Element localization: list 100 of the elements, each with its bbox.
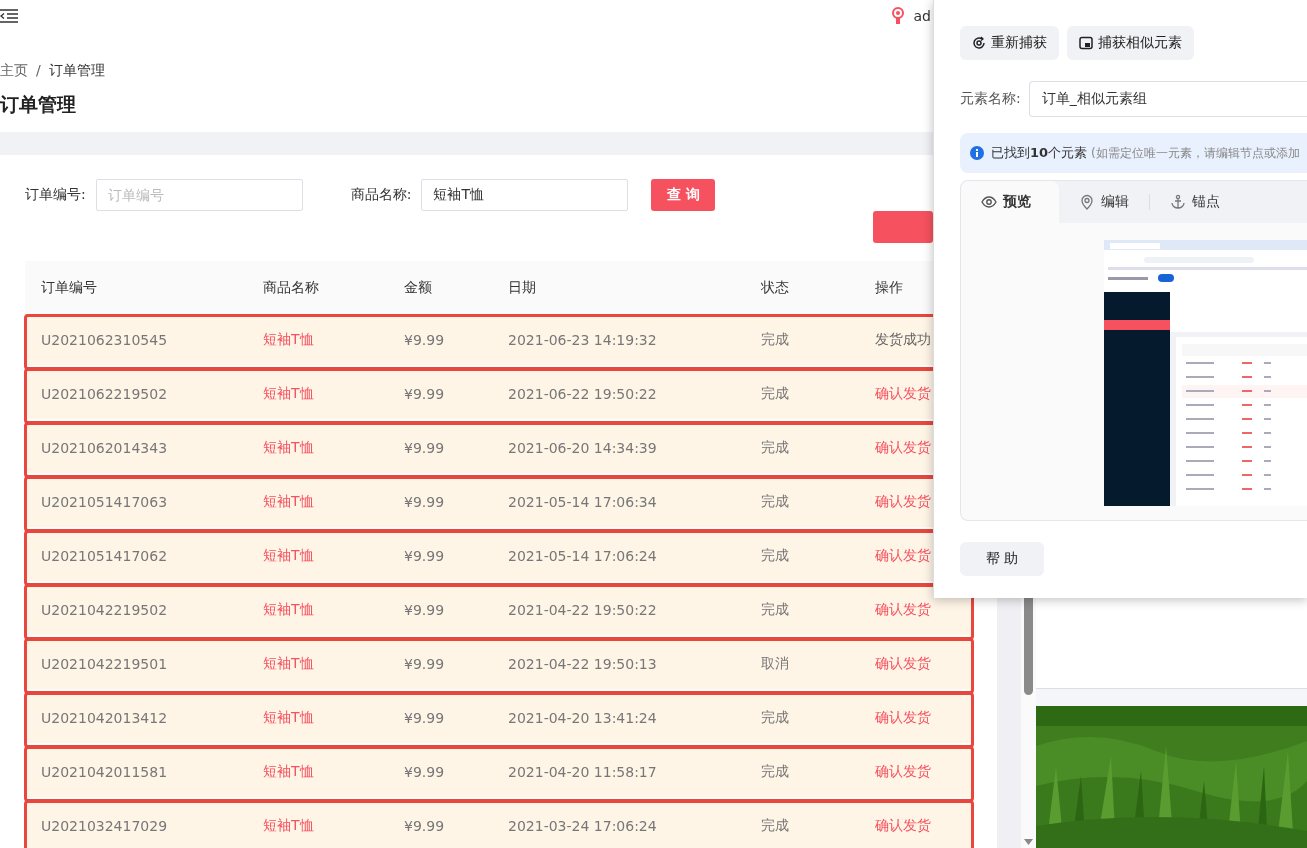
confirm-link[interactable]: 确认发货 (875, 601, 931, 619)
table-cell: 短袖T恤 (263, 817, 314, 835)
table-cell: 完成 (761, 817, 789, 835)
input-field[interactable]: 订单_相似元素组 (1028, 81, 1307, 117)
table-cell: ¥9.99 (404, 602, 445, 618)
column-header: 订单编号 (41, 278, 97, 297)
table-cell: 2021-04-22 19:50:13 (508, 656, 657, 672)
page-title: 订单管理 (0, 92, 76, 117)
table-cell: ¥9.99 (404, 440, 445, 456)
table-row[interactable]: U2021042219501 短袖T恤 ¥9.99 2021-04-22 19:50:13 取消 确认发货 (25, 639, 973, 693)
table-cell: U2021051417062 (41, 548, 168, 564)
breadcrumb-item[interactable]: 订单管理 (48, 62, 105, 80)
table-cell: 2021-04-22 19:50:22 (508, 602, 657, 618)
capture-button[interactable]: 捕获相似元素 (1067, 26, 1194, 60)
help-button[interactable]: 帮 助 (960, 542, 1044, 576)
confirm-link[interactable]: 确认发货 (875, 709, 931, 727)
table-cell: 短袖T恤 (263, 385, 314, 403)
eye-icon (981, 194, 997, 210)
table-cell: 短袖T恤 (263, 547, 314, 565)
column-header: 状态 (761, 278, 789, 297)
column-header: 金额 (404, 278, 432, 297)
user-name[interactable]: ad (913, 8, 931, 24)
table-cell: 2021-05-14 17:06:24 (508, 548, 657, 564)
table-cell: 2021-06-22 19:50:22 (508, 386, 657, 402)
table-cell: 2021-05-14 17:06:34 (508, 494, 657, 510)
table-cell: U2021042013412 (41, 710, 168, 726)
location-pin-icon (1079, 194, 1095, 210)
scroll-down-icon[interactable] (1024, 839, 1033, 845)
tab[interactable]: 编辑 (1059, 181, 1149, 223)
table-cell: ¥9.99 (404, 710, 445, 726)
table-cell: 2021-03-24 17:06:24 (508, 818, 657, 834)
table-cell: 2021-04-20 11:58:17 (508, 764, 657, 780)
table-cell: U2021051417063 (41, 494, 168, 510)
table-cell: 短袖T恤 (263, 709, 314, 727)
table-cell: 短袖T恤 (263, 331, 314, 349)
tab[interactable]: 锚点 (1150, 181, 1240, 223)
table-row[interactable]: U2021042011581 短袖T恤 ¥9.99 2021-04-20 11:58:17 完成 确认发货 (25, 747, 973, 801)
capture-button[interactable]: 重新捕获 (960, 26, 1059, 60)
field-label: 商品名称: (350, 186, 412, 204)
column-header: 日期 (508, 278, 536, 297)
breadcrumb-item[interactable]: 主页 (0, 62, 28, 80)
table-cell: U2021042011581 (41, 764, 168, 780)
table-cell: 完成 (761, 385, 789, 403)
table-cell: 完成 (761, 709, 789, 727)
table-row[interactable]: U2021042219502 短袖T恤 ¥9.99 2021-04-22 19:50:22 完成 确认发货 (25, 585, 973, 639)
info-text: 已找到10个元素 (991, 144, 1088, 162)
status-text: 发货成功 (875, 331, 931, 349)
table-cell: U2021042219502 (41, 602, 168, 618)
table-cell: ¥9.99 (404, 764, 445, 780)
pin-icon[interactable] (889, 7, 906, 25)
confirm-link[interactable]: 确认发货 (875, 763, 931, 781)
confirm-link[interactable]: 确认发货 (875, 439, 931, 457)
table-cell: 短袖T恤 (263, 763, 314, 781)
confirm-link[interactable]: 确认发货 (875, 817, 931, 835)
copy-frame-icon (1079, 36, 1093, 50)
table-cell: ¥9.99 (404, 332, 445, 348)
table-cell: U2021062014343 (41, 440, 168, 456)
confirm-link[interactable]: 确认发货 (875, 547, 931, 565)
table-cell: U2021032417029 (41, 818, 168, 834)
table-cell: U2021062310545 (41, 332, 168, 348)
table-cell: 短袖T恤 (263, 655, 314, 673)
field-label: 元素名称: (960, 90, 1021, 108)
table-cell: ¥9.99 (404, 818, 445, 834)
table-cell: 短袖T恤 (263, 493, 314, 511)
table-cell: 取消 (761, 655, 789, 673)
table-cell: 短袖T恤 (263, 439, 314, 457)
input-field[interactable]: 订单编号 (95, 179, 303, 211)
column-header: 操作 (875, 278, 903, 297)
table-cell: 2021-04-20 13:41:24 (508, 710, 657, 726)
breadcrumb-separator: / (36, 62, 41, 80)
table-cell: 完成 (761, 547, 789, 565)
tab[interactable]: 预览 (961, 181, 1059, 223)
table-cell: ¥9.99 (404, 494, 445, 510)
query-button[interactable]: 查 询 (651, 179, 716, 211)
info-hint: (如需定位唯一元素，请编辑节点或添加 (1091, 144, 1300, 162)
table-cell: U2021042219501 (41, 656, 168, 672)
field-label: 订单编号: (25, 186, 86, 204)
table-row[interactable]: U2021032417029 短袖T恤 ¥9.99 2021-03-24 17:06:24 完成 确认发货 (25, 801, 973, 848)
table-row[interactable]: U2021042013412 短袖T恤 ¥9.99 2021-04-20 13:41:24 完成 确认发货 (25, 693, 973, 747)
table-cell: U2021062219502 (41, 386, 168, 402)
confirm-link[interactable]: 确认发货 (875, 385, 931, 403)
table-cell: 完成 (761, 493, 789, 511)
table-cell: 完成 (761, 601, 789, 619)
table-cell: 完成 (761, 439, 789, 457)
table-cell: 短袖T恤 (263, 601, 314, 619)
input-field[interactable]: 短袖T恤 (421, 179, 629, 211)
refresh-target-icon (972, 36, 986, 50)
confirm-link[interactable]: 确认发货 (875, 493, 931, 511)
table-cell: 2021-06-23 14:19:32 (508, 332, 657, 348)
anchor-icon (1170, 194, 1186, 210)
table-cell: ¥9.99 (404, 656, 445, 672)
column-header: 商品名称 (263, 278, 319, 297)
table-cell: 2021-06-20 14:34:39 (508, 440, 657, 456)
confirm-link[interactable]: 确认发货 (875, 655, 931, 673)
info-icon (970, 146, 984, 160)
table-cell: ¥9.99 (404, 548, 445, 564)
table-cell: 完成 (761, 763, 789, 781)
menu-fold-icon[interactable] (0, 9, 18, 23)
table-cell: 完成 (761, 331, 789, 349)
table-cell: ¥9.99 (404, 386, 445, 402)
